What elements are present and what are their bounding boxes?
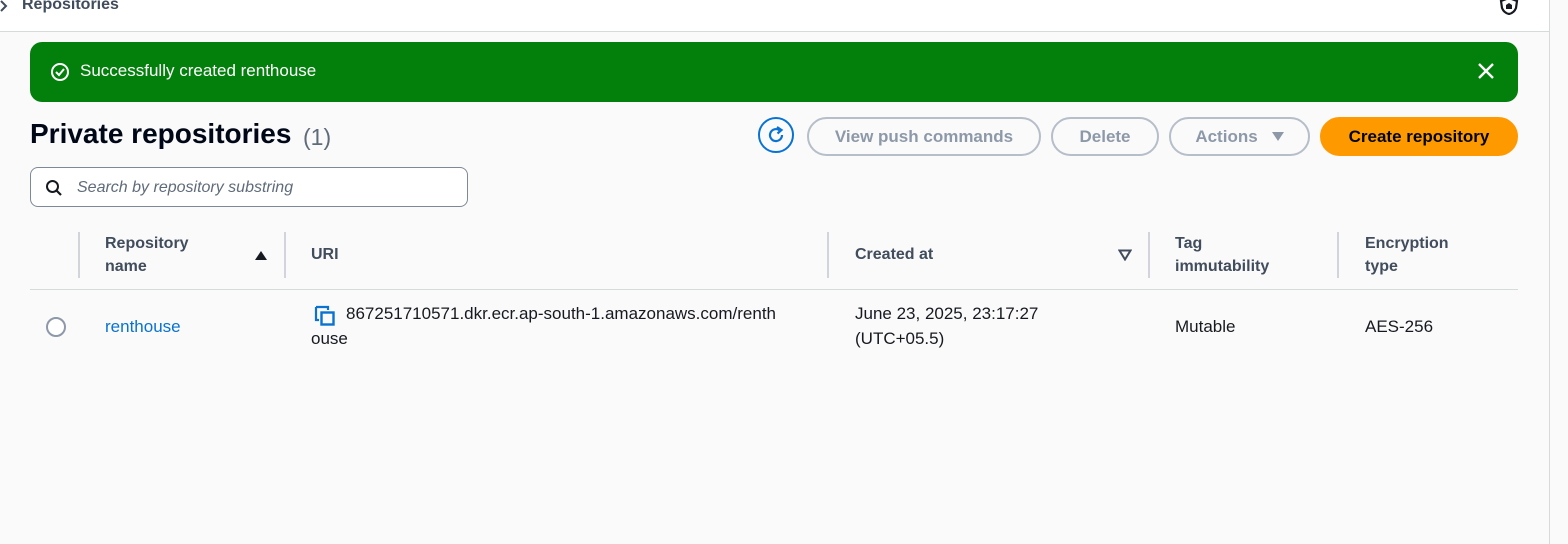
column-header-tag-immutability: Tag immutability xyxy=(1175,235,1270,275)
encryption-type-value: AES-256 xyxy=(1365,317,1434,336)
view-push-commands-button[interactable]: View push commands xyxy=(807,117,1041,156)
delete-button[interactable]: Delete xyxy=(1051,117,1159,156)
column-header-encryption-type: Encryption type xyxy=(1365,235,1449,275)
sort-ascending-icon[interactable] xyxy=(255,251,267,260)
column-separator xyxy=(1148,232,1150,278)
chevron-right-icon[interactable] xyxy=(0,0,10,12)
page-title: Private repositories xyxy=(30,118,292,149)
tag-immutability-value: Mutable xyxy=(1175,317,1236,336)
column-separator xyxy=(1337,232,1339,278)
success-flash-banner: Successfully created renthouse xyxy=(30,42,1518,102)
refresh-button[interactable] xyxy=(758,117,794,153)
top-breadcrumb-bar: Repositories xyxy=(0,0,1549,32)
close-icon[interactable] xyxy=(1476,61,1496,81)
actions-dropdown[interactable]: Actions xyxy=(1169,117,1310,156)
panel-divider xyxy=(1549,0,1550,544)
created-at-value: June 23, 2025, 23:17:27 (UTC+05.5) xyxy=(855,304,1039,348)
search-icon xyxy=(46,180,62,196)
column-separator xyxy=(78,232,80,278)
repository-count: (1) xyxy=(303,124,332,150)
column-header-uri: URI xyxy=(311,246,339,263)
search-input[interactable] xyxy=(75,176,459,200)
column-separator xyxy=(827,232,829,278)
column-header-repository-name[interactable]: Repository name xyxy=(105,232,189,278)
column-header-created-at[interactable]: Created at xyxy=(855,243,933,266)
table-header-divider xyxy=(30,289,1518,290)
search-box xyxy=(30,167,468,207)
sort-descending-icon[interactable] xyxy=(1118,249,1132,261)
success-icon xyxy=(51,63,69,81)
caret-down-icon xyxy=(1271,132,1284,141)
row-select-radio[interactable] xyxy=(46,317,66,337)
repository-name-link[interactable]: renthouse xyxy=(105,317,181,336)
column-separator xyxy=(284,232,286,278)
actions-label: Actions xyxy=(1195,126,1258,146)
shield-icon[interactable] xyxy=(1499,0,1519,15)
breadcrumb-current: Repositories xyxy=(22,0,119,13)
refresh-icon xyxy=(768,126,784,143)
create-repository-button[interactable]: Create repository xyxy=(1320,117,1518,156)
repository-uri: 867251710571.dkr.ecr.ap-south-1.amazonaw… xyxy=(311,304,776,348)
flash-message: Successfully created renthouse xyxy=(80,61,317,80)
